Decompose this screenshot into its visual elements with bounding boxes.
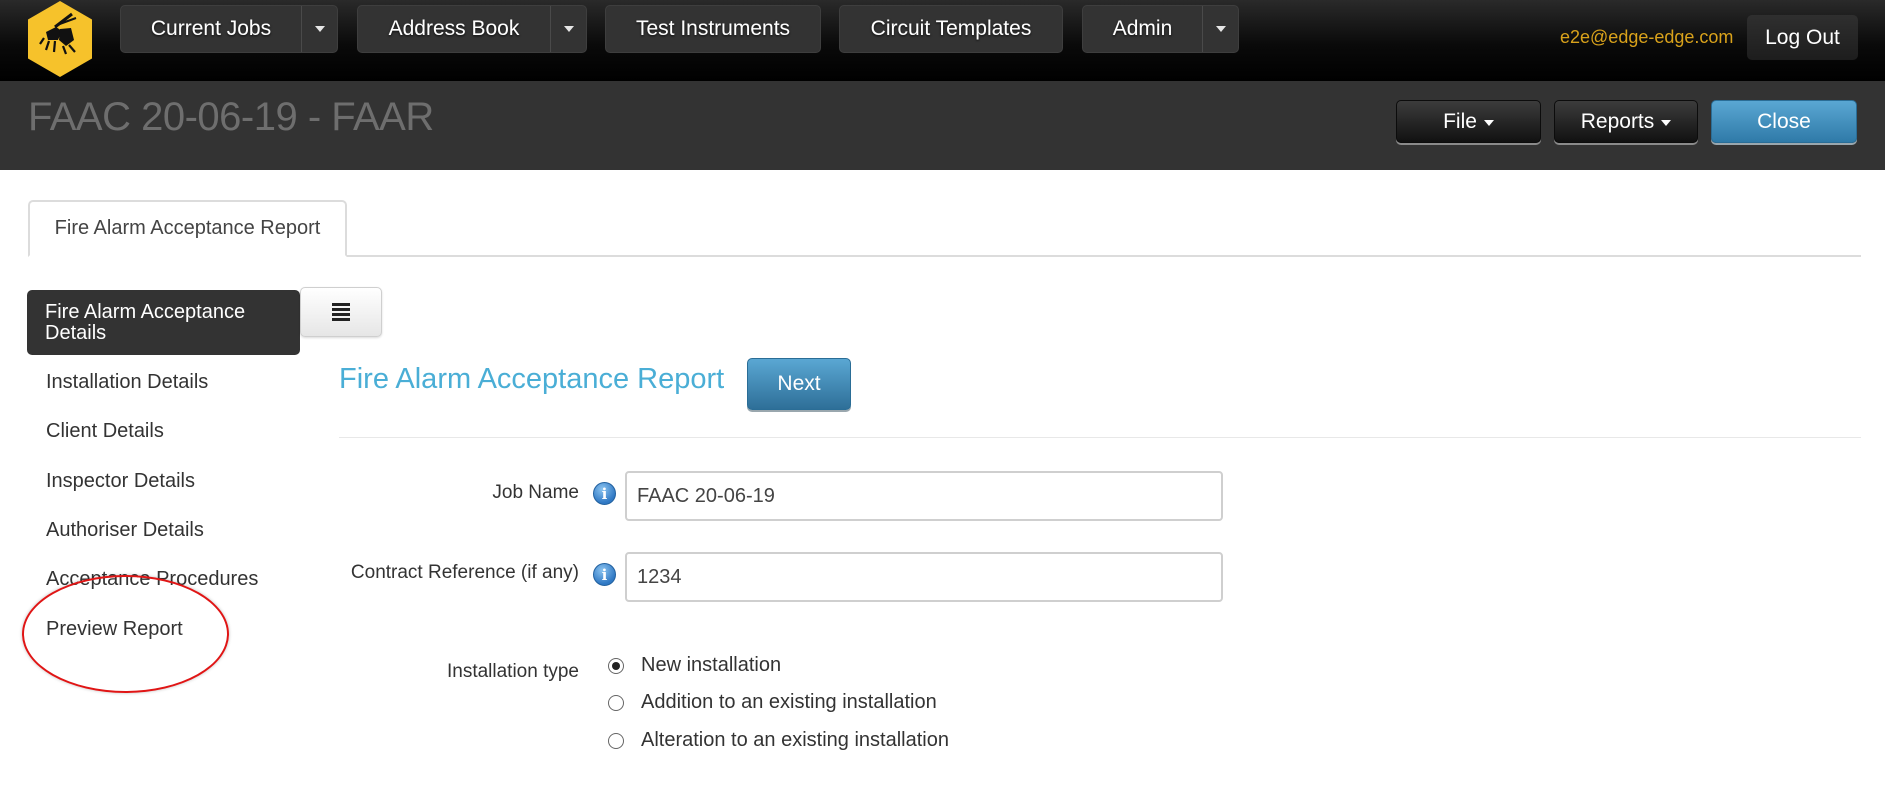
hamburger-icon (332, 303, 350, 321)
nav-test-instruments-button[interactable]: Test Instruments (606, 6, 820, 52)
nav-address-book: Address Book (357, 5, 587, 53)
sidebar-toggle-button[interactable] (300, 287, 382, 337)
nav-admin: Admin (1082, 5, 1239, 53)
job-header: FAAC 20-06-19 - FAAR File Reports Close (0, 81, 1885, 170)
nav-current-jobs-button[interactable]: Current Jobs (121, 6, 301, 52)
caret-down-icon (1215, 26, 1226, 32)
sidebar-item-acceptance-procedures[interactable]: Acceptance Procedures (46, 568, 258, 591)
logout-button[interactable]: Log Out (1747, 15, 1858, 60)
radio-new-installation[interactable]: New installation (608, 654, 781, 677)
reports-menu-label: Reports (1580, 109, 1655, 133)
next-button[interactable]: Next (747, 358, 851, 410)
nav-current-jobs-dropdown-toggle[interactable] (301, 6, 337, 52)
radio-alteration-to-existing[interactable]: Alteration to an existing installation (608, 729, 949, 752)
close-button[interactable]: Close (1711, 100, 1857, 143)
sidebar-item-authoriser-details[interactable]: Authoriser Details (46, 519, 204, 542)
section-heading: Fire Alarm Acceptance Report (339, 363, 725, 395)
caret-down-icon (563, 26, 574, 32)
hornet-logo-icon[interactable] (26, 0, 94, 78)
reports-menu-button[interactable]: Reports (1554, 100, 1698, 143)
nav-test-instruments: Test Instruments (605, 5, 821, 53)
close-label: Close (1757, 109, 1811, 133)
caret-down-icon (1661, 119, 1672, 126)
nav-address-book-button[interactable]: Address Book (358, 6, 550, 52)
nav-current-jobs: Current Jobs (120, 5, 338, 53)
sidebar-item-installation-details[interactable]: Installation Details (46, 371, 208, 394)
nav-admin-button[interactable]: Admin (1083, 6, 1202, 52)
nav-admin-dropdown-toggle[interactable] (1202, 6, 1238, 52)
caret-down-icon (1483, 119, 1494, 126)
radio-label: Alteration to an existing installation (641, 729, 949, 751)
file-menu-label: File (1443, 109, 1477, 133)
radio-button-checked[interactable] (608, 657, 624, 674)
info-icon[interactable]: i (593, 482, 616, 505)
nav-circuit-templates: Circuit Templates (839, 5, 1063, 53)
section-divider (339, 437, 1861, 438)
sidebar-item-inspector-details[interactable]: Inspector Details (46, 470, 195, 493)
installation-type-label: Installation type (446, 661, 579, 682)
page-title: FAAC 20-06-19 - FAAR (28, 95, 434, 139)
user-email: e2e@edge-edge.com (1560, 27, 1734, 47)
sidebar-item-preview-report[interactable]: Preview Report (46, 618, 183, 641)
contract-reference-input[interactable] (625, 552, 1223, 602)
sidebar-item-client-details[interactable]: Client Details (46, 420, 164, 443)
top-navbar: Current Jobs Address Book Test Instrumen… (0, 0, 1885, 81)
radio-label: Addition to an existing installation (641, 691, 937, 713)
caret-down-icon (314, 26, 325, 32)
sidebar-item-fire-alarm-acceptance-details[interactable]: Fire Alarm Acceptance Details (27, 290, 300, 355)
info-icon[interactable]: i (593, 563, 616, 586)
job-name-label: Job Name (492, 482, 579, 503)
nav-circuit-templates-button[interactable]: Circuit Templates (840, 6, 1062, 52)
file-menu-button[interactable]: File (1396, 100, 1541, 143)
radio-button[interactable] (608, 694, 624, 711)
radio-addition-to-existing[interactable]: Addition to an existing installation (608, 691, 937, 714)
radio-button[interactable] (608, 732, 624, 749)
nav-address-book-dropdown-toggle[interactable] (550, 6, 586, 52)
radio-label: New installation (641, 654, 782, 676)
tab-fire-alarm-acceptance-report[interactable]: Fire Alarm Acceptance Report (28, 200, 347, 257)
contract-reference-label: Contract Reference (if any) (350, 562, 579, 583)
job-name-input[interactable] (625, 471, 1223, 521)
